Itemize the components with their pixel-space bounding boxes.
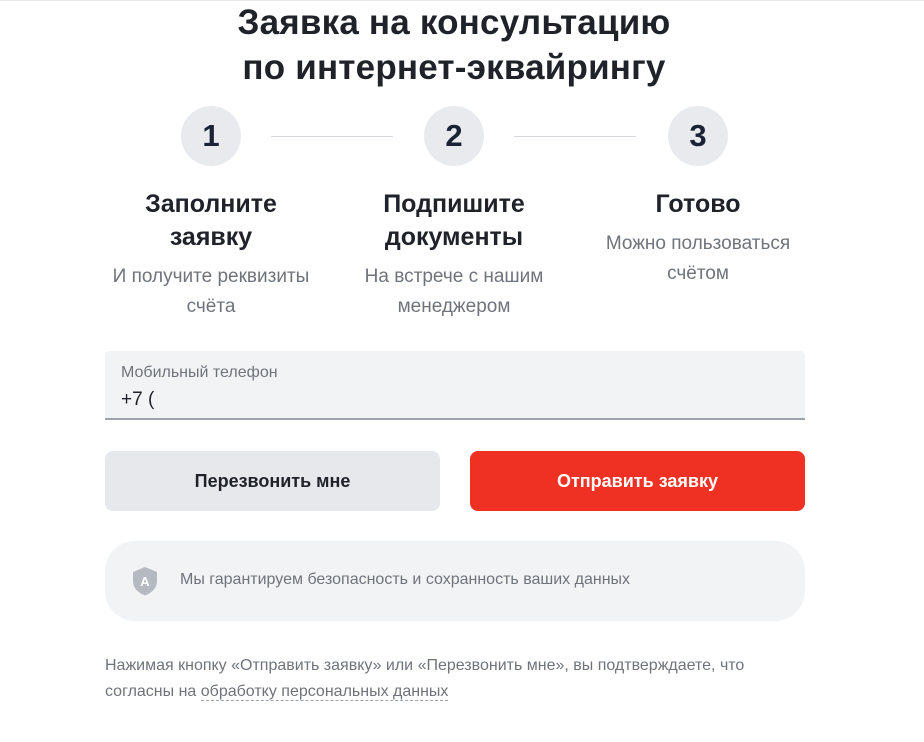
disclaimer-line-2-prefix: согласны на	[105, 683, 201, 700]
step-1-title: Заполните заявку	[91, 188, 331, 254]
step-connector-1	[271, 136, 393, 137]
step-2-description: На встрече с нашим менеджером	[324, 262, 584, 322]
security-notice-text: Мы гарантируем безопасность и сохранност…	[180, 571, 631, 588]
step-2-desc-line-1: На встрече с нашим	[364, 266, 544, 287]
phone-field[interactable]: Мобильный телефон +7 (	[105, 351, 805, 420]
submit-application-button[interactable]: Отправить заявку	[470, 451, 805, 511]
consent-disclaimer: Нажимая кнопку «Отправить заявку» или «П…	[105, 653, 825, 705]
phone-input[interactable]: +7 (	[121, 389, 154, 411]
step-2-title-line-2: документы	[384, 223, 524, 251]
step-3-number: 3	[668, 106, 728, 166]
step-3-title-line-1: Готово	[655, 190, 741, 218]
steps-progress: 1 Заполните заявку И получите реквизиты …	[0, 0, 924, 340]
step-1-desc-line-1: И получите реквизиты	[112, 266, 310, 287]
step-1-title-line-2: заявку	[169, 223, 253, 251]
step-1-title-line-1: Заполните	[145, 190, 277, 218]
step-2-number: 2	[424, 106, 484, 166]
step-1-number: 1	[181, 106, 241, 166]
security-notice: А Мы гарантируем безопасность и сохранно…	[105, 541, 805, 621]
step-1-description: И получите реквизиты счёта	[81, 262, 341, 322]
callback-button[interactable]: Перезвонить мне	[105, 451, 440, 511]
step-connector-2	[514, 136, 636, 137]
step-3-description: Можно пользоваться счётом	[568, 229, 828, 289]
consultation-page: Заявка на консультацию по интернет-эквай…	[0, 0, 924, 742]
shield-icon: А	[133, 567, 157, 596]
disclaimer-line-2: согласны на обработку персональных данны…	[105, 679, 825, 705]
step-1-desc-line-2: счёта	[186, 296, 236, 317]
step-2-title-line-1: Подпишите	[383, 190, 525, 218]
phone-field-label: Мобильный телефон	[121, 364, 278, 381]
step-3-desc-line-2: счётом	[667, 263, 729, 284]
step-3-title: Готово	[578, 188, 818, 221]
step-2-title: Подпишите документы	[334, 188, 574, 254]
step-2-desc-line-2: менеджером	[397, 296, 511, 317]
disclaimer-line-1: Нажимая кнопку «Отправить заявку» или «П…	[105, 657, 745, 674]
personal-data-link[interactable]: обработку персональных данных	[200, 683, 449, 701]
shield-icon-letter: А	[140, 574, 150, 589]
step-3-desc-line-1: Можно пользоваться	[605, 233, 791, 254]
